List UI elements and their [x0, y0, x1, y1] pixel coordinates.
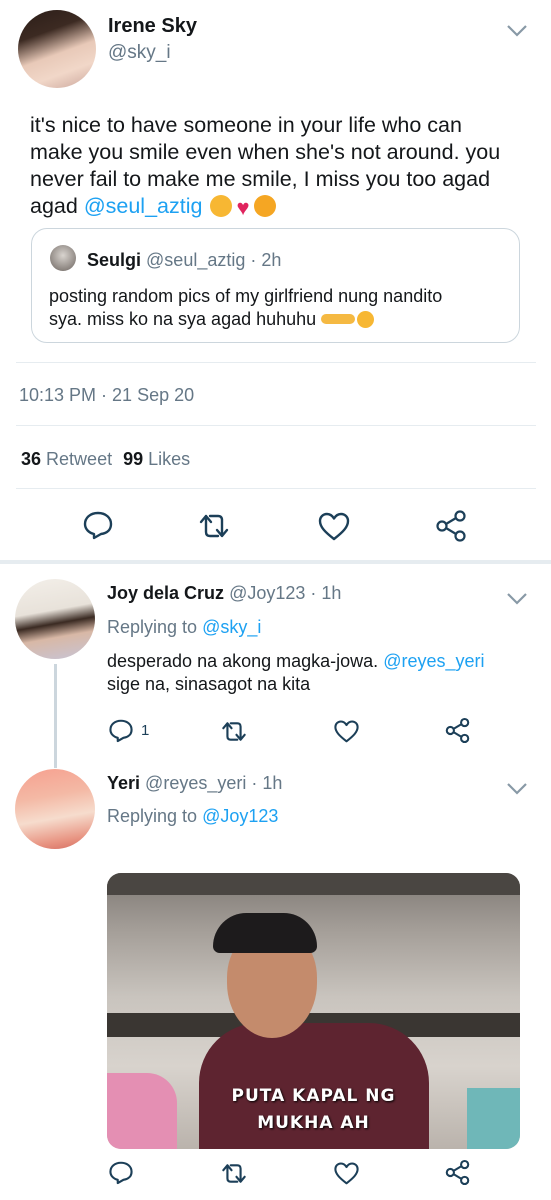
replying-to-link[interactable]: @Joy123	[202, 806, 278, 826]
image-caption-line: MUKHA AH	[257, 1113, 370, 1133]
retweet-label[interactable]: Retweet	[46, 449, 112, 469]
reply-icon[interactable]	[108, 1160, 134, 1185]
quoted-text-line-content: sya. miss ko na sya agad huhuhu	[49, 309, 317, 329]
author-name[interactable]: Irene Sky	[108, 15, 197, 38]
reply-avatar[interactable]	[15, 579, 95, 659]
tweet-timestamp: 10:13 PM · 21 Sep 20	[19, 385, 195, 405]
reply-count: 1	[141, 722, 150, 739]
tweet-text: it's nice to have someone in your life w…	[30, 112, 535, 220]
reply-age: · 1h	[310, 583, 342, 603]
thread-line	[54, 664, 57, 768]
reply-author-handle[interactable]: @Joy123	[229, 583, 305, 603]
image-person-cap	[213, 913, 317, 953]
chevron-down-icon[interactable]	[506, 24, 528, 38]
divider	[16, 488, 536, 489]
replying-to-label: Replying to	[107, 806, 203, 826]
quoted-author-handle: @seul_aztig	[146, 250, 246, 270]
reply-author-handle[interactable]: @reyes_yeri	[145, 773, 246, 793]
quoted-age: · 2h	[250, 250, 282, 270]
reply-text: desperado na akong magka-jowa. @reyes_ye…	[107, 650, 485, 696]
retweet-icon[interactable]	[219, 720, 249, 743]
tweet-text-line-prefix: agad	[30, 194, 84, 218]
crying-face-emoji	[210, 195, 233, 217]
chevron-down-icon[interactable]	[506, 782, 528, 796]
divider	[16, 362, 536, 363]
share-icon[interactable]	[434, 509, 468, 543]
quoted-text: posting random pics of my girlfriend nun…	[49, 285, 442, 331]
reply-image[interactable]: PUTA KAPAL NG MUKHA AH	[107, 873, 520, 1149]
like-icon[interactable]	[333, 1161, 360, 1185]
reply-text-line: sige na, sinasagot na kita	[107, 674, 311, 694]
tweet-stats: 36 Retweet 99 Likes	[21, 449, 190, 470]
quoted-author-avatar	[50, 245, 76, 271]
share-icon[interactable]	[444, 717, 471, 744]
mention-link[interactable]: @seul_aztig	[84, 194, 203, 218]
mention-link[interactable]: @reyes_yeri	[383, 651, 484, 671]
tweet-text-line: it's nice to have someone in your life w…	[30, 113, 462, 137]
tweet-text-line: agad @seul_aztig ♥	[30, 193, 535, 220]
reply-header: Joy dela Cruz @Joy123 · 1h	[107, 583, 341, 604]
quoted-header: Seulgi @seul_aztig · 2h	[87, 250, 281, 271]
image-caption-line: PUTA KAPAL NG	[231, 1086, 396, 1106]
replying-to: Replying to @Joy123	[107, 806, 278, 827]
quoted-text-line: posting random pics of my girlfriend nun…	[49, 286, 443, 306]
image-caption: PUTA KAPAL NG MUKHA AH	[107, 1083, 520, 1137]
reply-avatar[interactable]	[15, 769, 95, 849]
red-heart-emoji: ♥	[236, 195, 250, 220]
like-count[interactable]: 99	[123, 449, 143, 469]
frowning-face-emoji	[357, 311, 375, 328]
reply-text-line-content: desperado na akong magka-jowa.	[107, 651, 384, 671]
quoted-text-line: sya. miss ko na sya agad huhuhu	[49, 308, 442, 331]
reply-age: · 1h	[251, 773, 283, 793]
retweet-count[interactable]: 36	[21, 449, 41, 469]
reply-author-name[interactable]: Joy dela Cruz	[107, 583, 224, 603]
reply-text-line: desperado na akong magka-jowa. @reyes_ye…	[107, 650, 485, 673]
retweet-icon[interactable]	[196, 512, 232, 540]
reply-icon[interactable]	[82, 510, 114, 540]
image-headboard	[107, 873, 520, 895]
like-icon[interactable]	[317, 511, 351, 541]
share-icon[interactable]	[444, 1159, 471, 1186]
reply-author-name[interactable]: Yeri	[107, 773, 140, 793]
replying-to-link[interactable]: @sky_i	[202, 617, 261, 637]
section-separator	[0, 560, 551, 564]
kissing-face-emoji	[253, 195, 276, 217]
author-handle[interactable]: @sky_i	[108, 42, 171, 64]
quoted-author-name: Seulgi	[87, 250, 142, 270]
like-icon[interactable]	[333, 719, 360, 743]
retweet-icon[interactable]	[219, 1162, 249, 1185]
chevron-down-icon[interactable]	[506, 592, 528, 606]
replying-to-label: Replying to	[107, 617, 203, 637]
like-label[interactable]: Likes	[148, 449, 190, 469]
reply-header: Yeri @reyes_yeri · 1h	[107, 773, 282, 794]
replying-to: Replying to @sky_i	[107, 617, 261, 638]
divider	[16, 425, 536, 426]
pointing-hands-emoji	[321, 314, 356, 324]
tweet-text-line: never fail to make me smile, I miss you …	[30, 167, 491, 191]
tweet-text-line: make you smile even when she's not aroun…	[30, 140, 501, 164]
author-avatar[interactable]	[18, 10, 96, 88]
reply-icon[interactable]	[108, 718, 134, 743]
